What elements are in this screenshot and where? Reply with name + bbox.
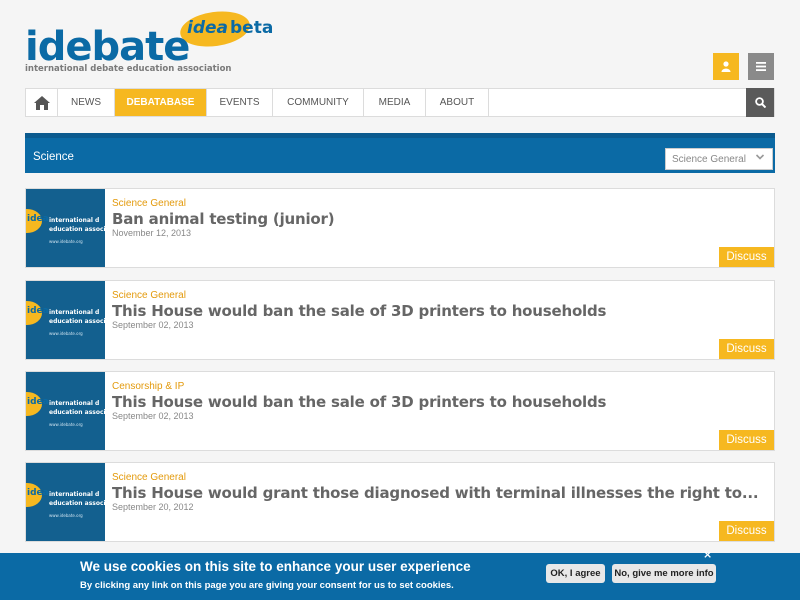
thumbnail-url: www.idebate.org <box>49 239 83 244</box>
thumbnail-line-2: education associ <box>49 226 105 233</box>
logo-bubble-text: idea <box>187 18 228 38</box>
item-thumbnail[interactable]: idea international d education associ www.i… <box>26 372 105 450</box>
category-filter-value: Science General <box>672 154 746 165</box>
item-title-link[interactable]: This House would ban the sale of 3D prin… <box>112 393 606 411</box>
item-category-link[interactable]: Science General <box>112 472 186 483</box>
section-header: Science Science General <box>25 133 775 173</box>
cookie-heading: We use cookies on this site to enhance y… <box>80 559 471 574</box>
category-filter-select[interactable]: Science General <box>665 148 773 170</box>
cookie-banner: × We use cookies on this site to enhance… <box>0 548 800 600</box>
discuss-button[interactable]: Discuss <box>719 521 774 541</box>
thumbnail-text: international d education associ <box>49 399 105 417</box>
thumbnail-bubble-text: idea <box>27 214 49 224</box>
thumbnail-bubble: idea <box>26 209 49 233</box>
nav-events[interactable]: EVENTS <box>207 89 273 116</box>
nav-about[interactable]: ABOUT <box>426 89 489 116</box>
thumbnail-line-2: education associ <box>49 318 105 325</box>
item-date: September 02, 2013 <box>112 320 194 330</box>
cookie-more-info-button[interactable]: No, give me more info <box>612 564 716 583</box>
thumbnail-url: www.idebate.org <box>49 331 83 336</box>
item-category-link[interactable]: Science General <box>112 290 186 301</box>
thumbnail-line-1: international d <box>49 400 100 407</box>
item-thumbnail[interactable]: idea international d education associ www.i… <box>26 189 105 267</box>
thumbnail-bubble-text: idea <box>27 306 49 316</box>
home-icon <box>33 95 50 110</box>
list-item[interactable]: idea international d education associ www.i… <box>25 371 775 451</box>
thumbnail-bubble: idea <box>26 483 49 507</box>
thumbnail-bubble: idea <box>26 301 49 325</box>
section-title: Science <box>33 151 74 163</box>
main-nav: NEWS DEBATABASE EVENTS COMMUNITY MEDIA A… <box>25 88 775 117</box>
cookie-close-icon[interactable]: × <box>703 548 712 561</box>
cookie-text: By clicking any link on this page you ar… <box>80 580 454 591</box>
item-title-link[interactable]: Ban animal testing (junior) <box>112 210 335 228</box>
menu-icon <box>756 62 766 71</box>
site-logo[interactable]: idea beta idebate international debate e… <box>25 7 274 76</box>
logo-word: idebate <box>25 24 190 70</box>
nav-debatabase[interactable]: DEBATABASE <box>115 89 207 116</box>
thumbnail-url: www.idebate.org <box>49 422 83 427</box>
list-item[interactable]: idea international d education associ www.i… <box>25 280 775 360</box>
chevron-down-icon <box>755 154 765 160</box>
search-button[interactable] <box>746 88 774 117</box>
user-icon <box>721 61 731 72</box>
thumbnail-bubble: idea <box>26 392 49 416</box>
thumbnail-line-2: education associ <box>49 409 105 416</box>
item-category-link[interactable]: Science General <box>112 198 186 209</box>
nav-home[interactable] <box>26 89 58 116</box>
menu-button[interactable] <box>748 53 774 80</box>
cookie-agree-button[interactable]: OK, I agree <box>546 564 605 583</box>
thumbnail-bubble-text: idea <box>27 488 49 498</box>
thumbnail-line-1: international d <box>49 217 100 224</box>
item-thumbnail[interactable]: idea international d education associ www.i… <box>26 463 105 541</box>
item-title-link[interactable]: This House would ban the sale of 3D prin… <box>112 302 606 320</box>
item-date: September 20, 2012 <box>112 502 194 512</box>
list-item[interactable]: idea international d education associ www.i… <box>25 188 775 268</box>
thumbnail-line-1: international d <box>49 309 100 316</box>
discuss-button[interactable]: Discuss <box>719 430 774 450</box>
item-category-link[interactable]: Censorship & IP <box>112 381 184 392</box>
thumbnail-text: international d education associ <box>49 490 105 508</box>
item-date: November 12, 2013 <box>112 228 192 238</box>
discuss-button[interactable]: Discuss <box>719 247 774 267</box>
logo-tagline: international debate education associati… <box>25 64 232 74</box>
user-button[interactable] <box>713 53 739 80</box>
item-thumbnail[interactable]: idea international d education associ www.i… <box>26 281 105 359</box>
thumbnail-text: international d education associ <box>49 308 105 326</box>
thumbnail-text: international d education associ <box>49 216 105 234</box>
logo-beta: beta <box>230 18 274 38</box>
thumbnail-url: www.idebate.org <box>49 513 83 518</box>
thumbnail-line-2: education associ <box>49 500 105 507</box>
thumbnail-bubble-text: idea <box>27 397 49 407</box>
search-icon <box>754 97 766 108</box>
nav-media[interactable]: MEDIA <box>364 89 426 116</box>
list-item[interactable]: idea international d education associ www.i… <box>25 462 775 542</box>
nav-news[interactable]: NEWS <box>58 89 115 116</box>
item-date: September 02, 2013 <box>112 411 194 421</box>
discuss-button[interactable]: Discuss <box>719 339 774 359</box>
item-title-link[interactable]: This House would grant those diagnosed w… <box>112 484 759 502</box>
thumbnail-line-1: international d <box>49 491 100 498</box>
nav-community[interactable]: COMMUNITY <box>273 89 364 116</box>
